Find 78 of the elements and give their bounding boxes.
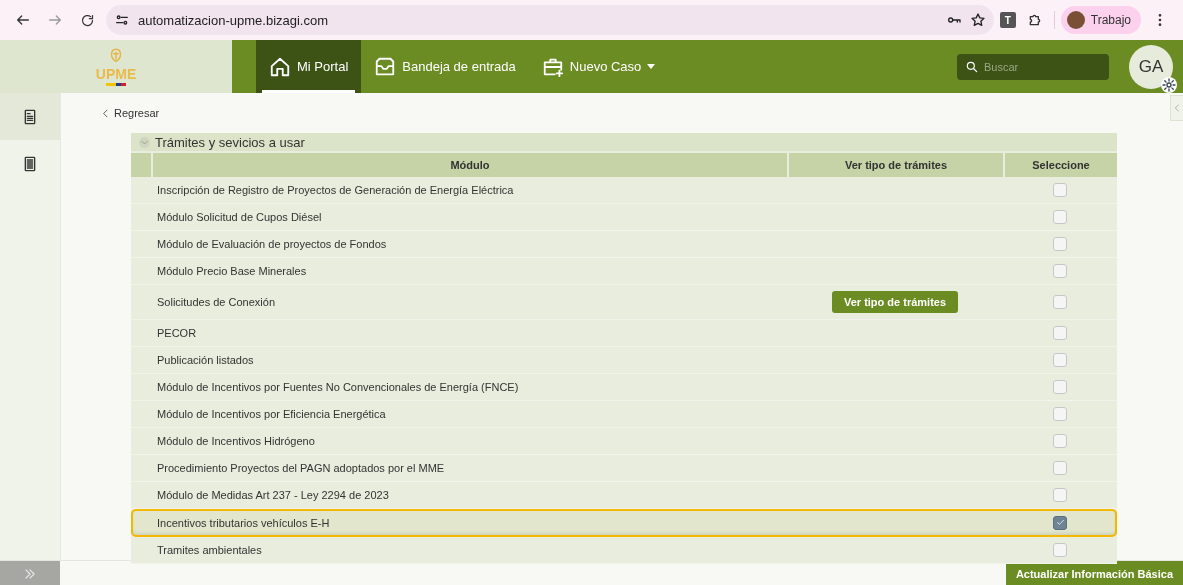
collapse-icon[interactable] [139,136,150,148]
checkbox[interactable] [1053,264,1067,278]
inbox-icon [374,55,397,78]
table-row[interactable]: Módulo Precio Base Minerales [131,258,1117,285]
sidebar-item[interactable] [0,93,60,140]
table-cell-text: Incentivos tributarios vehículos E-H [156,516,331,529]
back-arrow-icon [15,12,31,28]
checkbox[interactable] [1053,488,1067,502]
table-cell-text: Módulo Precio Base Minerales [156,265,308,277]
table-cell-text: Solicitudes de Conexión [156,296,277,308]
settings-icon [1161,76,1177,93]
table-row[interactable]: Módulo de Incentivos por Fuentes No Convencionales de Energía (FNCE) [131,374,1117,401]
extension-icon[interactable]: T [999,12,1016,28]
checkbox[interactable] [1053,295,1067,309]
checkbox[interactable] [1053,461,1067,475]
address-bar[interactable]: automatizacion-upme.bizagi.com [106,5,994,35]
checkbox[interactable] [1053,326,1067,340]
logo-text: UPME [95,66,137,82]
column-header: Módulo [153,153,787,177]
table-row[interactable]: Solicitudes de Conexión Ver tipo de trámites [131,285,1117,320]
list-document-icon [22,154,38,173]
site-settings-icon [114,12,130,28]
nav-tab[interactable]: Bandeja de entrada [361,40,529,93]
flag-stripe [106,83,126,86]
table-row[interactable]: Publicación listados [131,347,1117,374]
user-avatar[interactable]: GA [1129,44,1173,89]
checkbox[interactable] [1053,183,1067,197]
table-row[interactable]: Módulo Solicitud de Cupos Diésel [131,204,1117,231]
table-row[interactable]: PECOR [131,320,1117,347]
checkbox[interactable] [1053,434,1067,448]
column-header: Ver tipo de trámites [789,153,1003,177]
chevron-down-icon [141,138,148,146]
column-header: Seleccione [1005,153,1117,177]
back-link[interactable]: Regresar [101,93,160,133]
chevron-left-icon [101,108,110,118]
checkbox[interactable] [1053,543,1067,557]
chevron-left-icon [1173,103,1181,113]
table-cell-text: Módulo Solicitud de Cupos Diésel [156,211,323,223]
collapse-panel-button[interactable] [1170,95,1183,121]
checkbox[interactable] [1053,515,1067,530]
table-cell-text: Módulo de Incentivos Hidrógeno [156,435,316,447]
table-row[interactable]: Módulo de Incentivos Hidrógeno [131,428,1117,455]
nav-tab[interactable]: Mi Portal [256,40,362,93]
section-title: Trámites y sevicios a usar [155,134,305,150]
checkbox[interactable] [1053,210,1067,224]
forward-arrow-icon [47,12,63,28]
table-cell-text: Módulo de Medidas Art 237 - Ley 2294 de 2023 [156,489,390,501]
home-icon [269,55,291,78]
header-cell [131,153,151,177]
table-row[interactable]: Inscripción de Registro de Proyectos de Generación de Energía Eléctrica [131,177,1117,204]
checkbox[interactable] [1053,407,1067,421]
table-cell-text: PECOR [156,327,198,339]
view-types-button[interactable]: Ver tipo de trámites [831,291,959,313]
document-icon [22,107,38,126]
reload-icon [79,12,95,28]
table-cell-text: Publicación listados [156,354,255,366]
search-field[interactable]: Buscar [957,53,1109,80]
star-icon [969,12,986,28]
table-cell-text: Módulo de Incentivos por Eficiencia Energética [156,408,387,420]
table-row[interactable]: Tramites ambientales [131,537,1117,564]
profile-button[interactable]: Trabajo [1060,6,1141,34]
nav-tab[interactable]: Nuevo Caso [528,40,669,93]
checkbox[interactable] [1053,353,1067,367]
expand-sidebar-button[interactable] [0,561,60,585]
table-cell-text: Inscripción de Registro de Proyectos de Generación de Energía Eléctrica [156,184,515,196]
table-row[interactable]: Módulo de Incentivos por Eficiencia Energética [131,401,1117,428]
table-cell-text: Tramites ambientales [156,544,263,556]
table-cell-text: Módulo de Incentivos por Fuentes No Convencionales de Energía (FNCE) [156,381,520,393]
checkbox[interactable] [1053,380,1067,394]
table-row[interactable]: Módulo de Evaluación de proyectos de Fondos [131,231,1117,258]
table-cell-text: Módulo de Evaluación de proyectos de Fondos [156,238,388,250]
table-row[interactable]: Incentivos tributarios vehículos E-H [131,509,1117,537]
check-icon [1055,518,1065,527]
table-row[interactable]: Procedimiento Proyectos del PAGN adoptados por el MME [131,455,1117,482]
checkbox[interactable] [1053,237,1067,251]
table-cell-text: Procedimiento Proyectos del PAGN adoptados por el MME [156,462,446,474]
search-icon [965,59,979,74]
double-chevron-icon [23,566,37,581]
